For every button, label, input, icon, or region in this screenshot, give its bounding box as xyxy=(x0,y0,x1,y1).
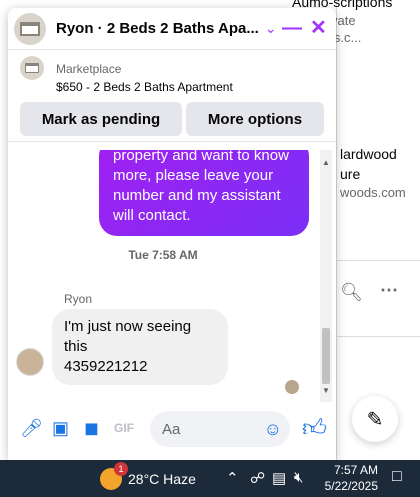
clock-date: 5/22/2025 xyxy=(324,479,378,493)
chevron-up-icon[interactable]: ⌃ xyxy=(226,469,239,487)
seen-indicator-avatar xyxy=(285,380,299,394)
microphone-icon[interactable]: 🎤︎ xyxy=(20,418,43,439)
thumbs-up-icon[interactable]: 👍︎ xyxy=(302,415,327,443)
compose-icon: ✎ xyxy=(366,408,384,431)
incoming-message[interactable]: I'm just now seeing this 4359221212 xyxy=(52,309,228,385)
bg-divider xyxy=(336,260,420,261)
minimize-icon[interactable]: — xyxy=(282,18,302,38)
network-icon[interactable]: ☍ xyxy=(250,469,265,487)
sender-name: Ryon xyxy=(64,292,93,306)
clock-time: 7:57 AM xyxy=(333,463,378,477)
bg-divider-2 xyxy=(336,336,420,337)
weather-badge: 1 xyxy=(114,462,128,476)
incoming-message-phone: 4359221212 xyxy=(64,358,148,375)
sender-avatar[interactable] xyxy=(16,348,44,376)
house-icon xyxy=(20,21,40,36)
background-sidebar xyxy=(336,0,420,460)
weather-text: 28°C Haze xyxy=(128,471,196,487)
taskbar: 1 28°C Haze ⌃ ☍ ▤ 🔇︎ 7:57 AM 5/22/2025 □ xyxy=(0,460,420,497)
house-icon xyxy=(25,63,39,73)
more-icon[interactable]: ⋯ xyxy=(380,280,398,301)
more-options-button[interactable]: More options xyxy=(186,102,324,136)
message-composer: 🎤︎ ▣ ◼ GIF ☺ 👍︎ xyxy=(8,408,336,452)
bg-item2-subtitle: ure xyxy=(340,166,361,182)
scroll-up-arrow-icon[interactable]: ▲ xyxy=(320,158,332,167)
new-message-button[interactable]: ✎ xyxy=(352,396,398,442)
outgoing-message[interactable]: property and want to know more, please l… xyxy=(99,150,309,236)
photo-icon[interactable]: ▣ xyxy=(52,418,69,439)
message-input-wrapper[interactable]: ☺ xyxy=(150,411,290,447)
chat-title[interactable]: Ryon · 2 Beds 2 Baths Apa... xyxy=(56,20,259,37)
message-timestamp: Tue 7:58 AM xyxy=(128,248,198,262)
chat-window: Ryon · 2 Beds 2 Baths Apa... ⌄ — ✕ Marke… xyxy=(8,8,336,460)
emoji-icon[interactable]: ☺ xyxy=(264,419,282,440)
weather-widget[interactable]: 1 28°C Haze xyxy=(100,462,196,490)
gif-icon[interactable]: GIF xyxy=(114,421,134,435)
weather-icon: 1 xyxy=(100,462,128,490)
scrollbar[interactable]: ▲ ▼ xyxy=(320,150,332,402)
notification-icon[interactable]: □ xyxy=(392,468,402,486)
listing-thumbnail[interactable] xyxy=(20,56,44,80)
clock[interactable]: 7:57 AM 5/22/2025 xyxy=(320,462,378,494)
marketplace-label: Marketplace xyxy=(56,62,122,76)
mark-as-pending-button[interactable]: Mark as pending xyxy=(20,102,182,136)
close-icon[interactable]: ✕ xyxy=(310,18,327,38)
scroll-down-arrow-icon[interactable]: ▼ xyxy=(320,386,332,395)
bg-item2-url: woods.com xyxy=(340,185,406,200)
search-icon[interactable]: 🔍︎ xyxy=(340,282,363,303)
bg-item2-title[interactable]: lardwood xyxy=(340,146,397,162)
volume-mute-icon[interactable]: 🔇︎ xyxy=(294,469,303,486)
chat-header[interactable]: Ryon · 2 Beds 2 Baths Apa... ⌄ — ✕ xyxy=(8,8,336,50)
wifi-icon[interactable]: ▤ xyxy=(272,469,286,487)
marketplace-panel: Marketplace $650 - 2 Beds 2 Baths Apartm… xyxy=(8,50,336,142)
message-thread: property and want to know more, please l… xyxy=(8,150,336,402)
chevron-down-icon[interactable]: ⌄ xyxy=(265,20,277,37)
listing-title[interactable]: $650 - 2 Beds 2 Baths Apartment xyxy=(56,80,233,94)
message-input[interactable] xyxy=(150,411,250,447)
listing-avatar[interactable] xyxy=(14,12,46,45)
scrollbar-thumb[interactable] xyxy=(322,328,330,384)
incoming-message-text: I'm just now seeing this xyxy=(64,318,192,355)
sticker-icon[interactable]: ◼ xyxy=(84,418,99,439)
